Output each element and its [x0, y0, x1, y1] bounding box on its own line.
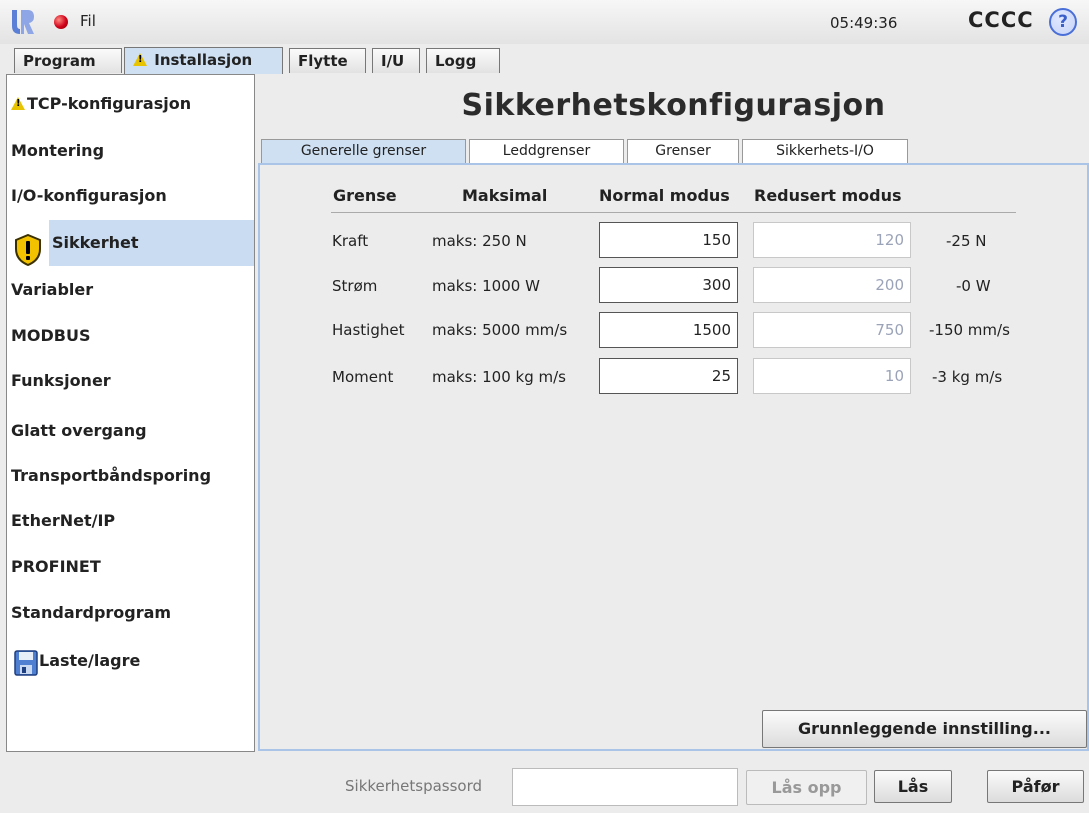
password-label: Sikkerhetspassord	[345, 777, 483, 795]
sidebar-item-label: Laste/lagre	[39, 651, 141, 670]
power-normal-input[interactable]: 300	[599, 267, 738, 303]
speed-reduced-input[interactable]: 750	[753, 312, 911, 348]
sidebar-item-sikkerhet[interactable]: Sikkerhet	[49, 220, 254, 266]
sidebar-item-label: EtherNet/IP	[11, 511, 116, 530]
sidebar-item-label: Glatt overgang	[11, 421, 147, 440]
momentum-reduced-input[interactable]: 10	[753, 358, 911, 394]
tab-sikkerhets-io-label: Sikkerhets-I/O	[776, 143, 874, 159]
status-dot-icon	[54, 15, 68, 29]
tab-sikkerhets-io[interactable]: Sikkerhets-I/O	[742, 139, 908, 163]
tab-logg[interactable]: Logg	[426, 48, 500, 73]
tab-program-label: Program	[23, 52, 96, 70]
tab-iu[interactable]: I/U	[372, 48, 420, 73]
tab-iu-label: I/U	[381, 52, 405, 70]
unlock-button[interactable]: Lås opp	[746, 770, 867, 805]
limit-name-speed: Hastighet	[332, 321, 405, 339]
sidebar-item-funksjoner[interactable]: Funksjoner	[7, 358, 254, 404]
tab-installasjon-label: Installasjon	[154, 51, 253, 69]
tab-leddgrenser-label: Leddgrenser	[502, 143, 591, 159]
limit-name-power: Strøm	[332, 277, 378, 295]
header-max: Maksimal	[462, 186, 548, 205]
sidebar-item-tcp[interactable]: TCP-konfigurasjon	[7, 81, 254, 127]
sidebar-item-glatt-overgang[interactable]: Glatt overgang	[7, 408, 254, 454]
tab-grenser[interactable]: Grenser	[627, 139, 739, 163]
speed-normal-input[interactable]: 1500	[599, 312, 738, 348]
ur-logo-icon	[12, 10, 34, 34]
limit-max-speed: maks: 5000 mm/s	[432, 321, 568, 339]
warning-icon	[133, 53, 147, 66]
sidebar-item-standardprogram[interactable]: Standardprogram	[7, 590, 254, 636]
sidebar-item-montering[interactable]: Montering	[7, 128, 254, 174]
file-menu[interactable]: Fil	[80, 12, 96, 30]
tab-flytte-label: Flytte	[298, 52, 348, 70]
header-reduced: Redusert modus	[754, 186, 902, 205]
sidebar-item-label: Montering	[11, 141, 105, 160]
sidebar-item-transportband[interactable]: Transportbåndsporing	[7, 453, 254, 499]
sidebar-item-label: Standardprogram	[11, 603, 172, 622]
basic-settings-button[interactable]: Grunnleggende innstilling...	[762, 710, 1087, 748]
floppy-disk-icon	[14, 650, 38, 676]
tab-generelle-grenser-label: Generelle grenser	[300, 143, 427, 159]
tab-program[interactable]: Program	[14, 48, 122, 73]
tab-grenser-label: Grenser	[655, 143, 711, 159]
header-normal: Normal modus	[599, 186, 730, 205]
tab-flytte[interactable]: Flytte	[289, 48, 366, 73]
tab-installasjon[interactable]: Installasjon	[124, 47, 283, 74]
sidebar-item-label: PROFINET	[11, 557, 101, 576]
sidebar-item-modbus[interactable]: MODBUS	[7, 313, 254, 359]
sidebar-item-io-config[interactable]: I/O-konfigurasjon	[7, 173, 254, 219]
force-diff: -25 N	[946, 232, 987, 250]
sidebar-item-label: I/O-konfigurasjon	[11, 186, 167, 205]
momentum-normal-input[interactable]: 25	[599, 358, 738, 394]
sidebar-item-label: Transportbåndsporing	[11, 466, 212, 485]
header-divider	[331, 212, 1016, 213]
page-title: Sikkerhetskonfigurasjon	[461, 88, 886, 123]
apply-button[interactable]: Påfør	[987, 770, 1084, 803]
power-diff: -0 W	[956, 277, 991, 295]
sidebar-item-ethernet-ip[interactable]: EtherNet/IP	[7, 498, 254, 544]
warning-icon	[11, 97, 25, 110]
lock-button[interactable]: Lås	[874, 770, 952, 803]
clock: 05:49:36	[830, 14, 898, 32]
robot-name: CCCC	[968, 8, 1034, 32]
force-normal-input[interactable]: 150	[599, 222, 738, 258]
tab-generelle-grenser[interactable]: Generelle grenser	[261, 139, 466, 164]
sidebar-item-label: Funksjoner	[11, 371, 111, 390]
header-limit: Grense	[333, 186, 397, 205]
tab-leddgrenser[interactable]: Leddgrenser	[469, 139, 624, 163]
limit-name-force: Kraft	[332, 232, 369, 250]
limit-name-momentum: Moment	[332, 368, 394, 386]
momentum-diff: -3 kg m/s	[932, 368, 1003, 386]
help-icon[interactable]: ?	[1049, 8, 1077, 36]
sidebar-item-label: Variabler	[11, 280, 94, 299]
sidebar-item-laste-lagre[interactable]: Laste/lagre	[7, 638, 254, 684]
sidebar-item-label: MODBUS	[11, 326, 91, 345]
sidebar-item-variabler[interactable]: Variabler	[7, 267, 254, 313]
limit-max-power: maks: 1000 W	[432, 277, 540, 295]
speed-diff: -150 mm/s	[929, 321, 1010, 339]
top-bar: Fil 05:49:36 CCCC ?	[0, 0, 1089, 44]
sidebar-item-profinet[interactable]: PROFINET	[7, 544, 254, 590]
sidebar-item-label: Sikkerhet	[52, 233, 139, 252]
password-input[interactable]	[512, 768, 738, 806]
shield-warning-icon	[15, 234, 41, 266]
sidebar-item-label: TCP-konfigurasjon	[27, 94, 192, 113]
tab-logg-label: Logg	[435, 52, 477, 70]
limit-max-force: maks: 250 N	[432, 232, 527, 250]
force-reduced-input[interactable]: 120	[753, 222, 911, 258]
power-reduced-input[interactable]: 200	[753, 267, 911, 303]
sidebar: TCP-konfigurasjon Montering I/O-konfigur…	[6, 74, 255, 752]
limit-max-momentum: maks: 100 kg m/s	[432, 368, 566, 386]
